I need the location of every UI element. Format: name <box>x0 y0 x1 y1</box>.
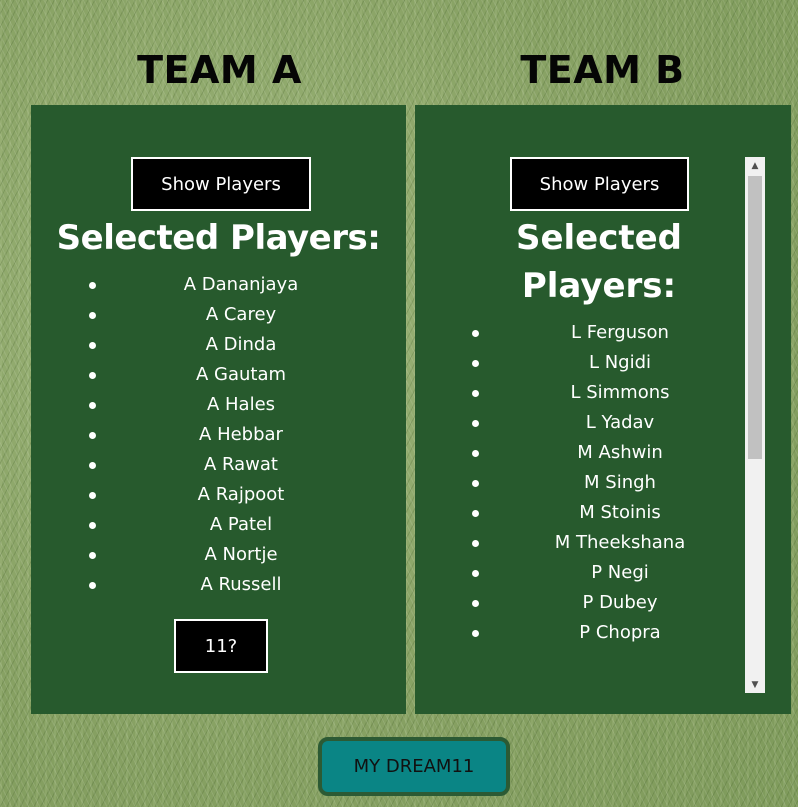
scrollbar-thumb[interactable] <box>748 176 762 459</box>
team-a-title: TEAM A <box>137 48 302 92</box>
team-b-player: P Dubey <box>415 588 798 618</box>
count-eleven-button[interactable]: 11? <box>174 619 268 673</box>
team-b-scrollbar[interactable]: ▲ ▼ <box>745 157 765 693</box>
team-a-player: A Dinda <box>31 330 451 360</box>
team-b-heading-line1: Selected <box>515 218 683 258</box>
team-a-panel: Show Players Selected Players: A Dananja… <box>31 105 406 714</box>
team-b-player: M Stoinis <box>415 498 798 528</box>
team-b-player-list: L Ferguson L Ngidi L Simmons L Yadav M A… <box>415 318 798 648</box>
team-b-player: M Ashwin <box>415 438 798 468</box>
team-a-player: A Nortje <box>31 540 451 570</box>
team-b-player: L Ferguson <box>415 318 798 348</box>
scroll-down-icon[interactable]: ▼ <box>745 676 765 693</box>
team-b-player: M Singh <box>415 468 798 498</box>
team-a-player: A Patel <box>31 510 451 540</box>
team-b-title: TEAM B <box>520 48 685 92</box>
team-a-selected-heading: Selected Players: <box>56 218 381 258</box>
team-a-player: A Russell <box>31 570 451 600</box>
team-b-player: P Negi <box>415 558 798 588</box>
team-a-show-players-button[interactable]: Show Players <box>131 157 311 211</box>
my-dream11-button[interactable]: MY DREAM11 <box>318 737 510 796</box>
team-a-player-list: A Dananjaya A Carey A Dinda A Gautam A H… <box>31 270 451 600</box>
team-a-player: A Rawat <box>31 450 451 480</box>
team-b-player: P Chopra <box>415 618 798 648</box>
team-b-show-players-button[interactable]: Show Players <box>510 157 689 211</box>
team-b-player: L Yadav <box>415 408 798 438</box>
team-a-player: A Dananjaya <box>31 270 451 300</box>
team-a-player: A Hales <box>31 390 451 420</box>
team-a-player: A Carey <box>31 300 451 330</box>
team-a-player: A Hebbar <box>31 420 451 450</box>
team-a-player: A Gautam <box>31 360 451 390</box>
team-a-player: A Rajpoot <box>31 480 451 510</box>
team-b-player: M Theekshana <box>415 528 798 558</box>
scroll-up-icon[interactable]: ▲ <box>745 157 765 174</box>
team-b-player: L Ngidi <box>415 348 798 378</box>
team-b-player: L Simmons <box>415 378 798 408</box>
team-b-panel: Show Players Selected Players: L Ferguso… <box>415 105 791 714</box>
team-b-selected-heading: Selected Players: <box>415 214 783 310</box>
team-b-heading-line2: Players: <box>521 266 677 306</box>
